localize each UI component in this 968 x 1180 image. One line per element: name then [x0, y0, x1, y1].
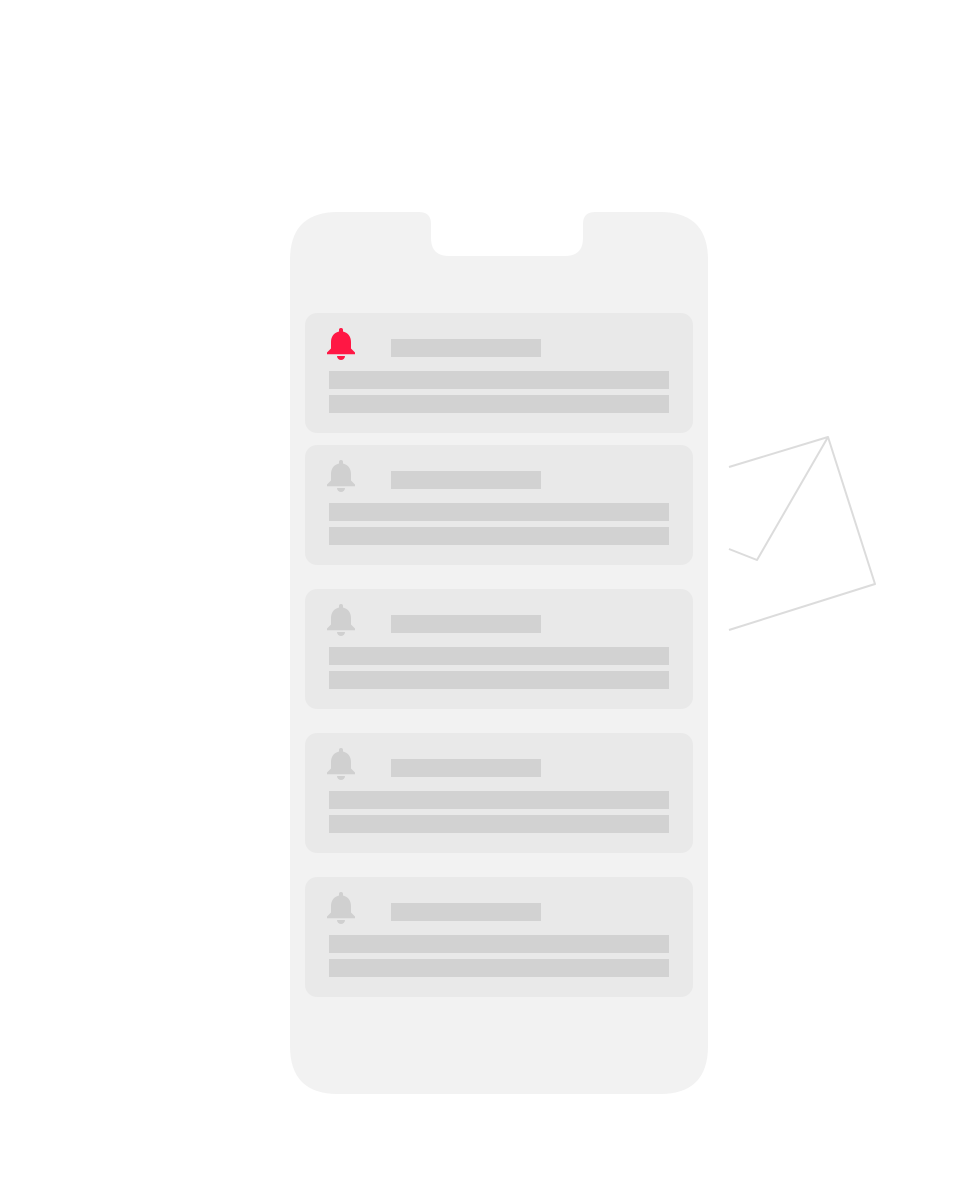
- bell-icon: [326, 603, 356, 637]
- notification-title-placeholder: [391, 615, 541, 633]
- bell-icon: [326, 891, 356, 925]
- notification-card-3[interactable]: [305, 589, 693, 709]
- notification-text-placeholder: [329, 503, 669, 521]
- notification-text-placeholder: [329, 959, 669, 977]
- notification-text-placeholder: [329, 647, 669, 665]
- notification-card-4[interactable]: [305, 733, 693, 853]
- notification-title-placeholder: [391, 903, 541, 921]
- notification-list: [305, 313, 693, 997]
- notification-card-5[interactable]: [305, 877, 693, 997]
- notification-text-placeholder: [329, 371, 669, 389]
- notification-text-placeholder: [329, 395, 669, 413]
- notification-text-placeholder: [329, 935, 669, 953]
- bell-icon: [326, 327, 356, 361]
- notification-title-placeholder: [391, 471, 541, 489]
- bell-icon: [326, 459, 356, 493]
- illustration-stage: [0, 0, 968, 1180]
- notification-text-placeholder: [329, 527, 669, 545]
- notification-text-placeholder: [329, 815, 669, 833]
- notification-text-placeholder: [329, 791, 669, 809]
- notification-text-placeholder: [329, 671, 669, 689]
- notification-title-placeholder: [391, 339, 541, 357]
- bell-icon: [326, 747, 356, 781]
- notification-card-2[interactable]: [305, 445, 693, 565]
- notification-title-placeholder: [391, 759, 541, 777]
- notification-card-1[interactable]: [305, 313, 693, 433]
- phone-mockup: [290, 212, 708, 1094]
